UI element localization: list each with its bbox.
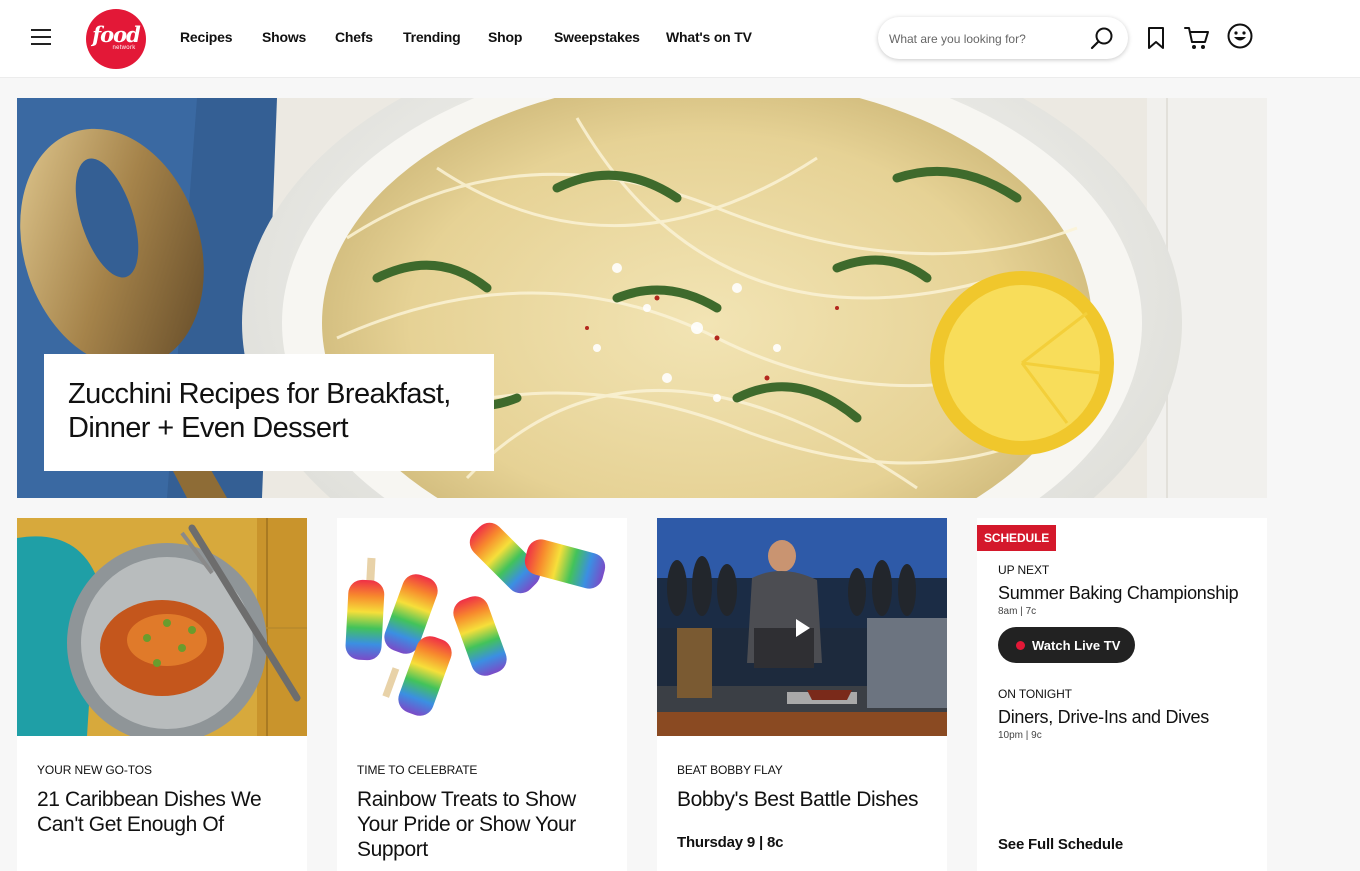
nav-item-chefs[interactable]: Chefs [335,29,373,45]
feature-card-caribbean[interactable]: YOUR NEW GO-TOS 21 Caribbean Dishes We C… [17,518,307,871]
food-network-logo[interactable]: food network [86,9,146,69]
feature-card-bobby-flay[interactable]: BEAT BOBBY FLAY Bobby's Best Battle Dish… [657,518,947,871]
see-full-schedule-link[interactable]: See Full Schedule [998,836,1123,853]
watch-live-tv-label: Watch Live TV [1032,637,1121,653]
site-header: food network Recipes Shows Chefs Trendin… [0,0,1360,78]
cart-icon[interactable] [1184,25,1210,51]
card-title[interactable]: Rainbow Treats to Show Your Pride or Sho… [357,787,617,862]
search-input[interactable] [889,29,1084,49]
smiley-icon[interactable] [1227,23,1253,49]
live-dot-icon [1016,641,1025,650]
card-title[interactable]: 21 Caribbean Dishes We Can't Get Enough … [37,787,297,837]
search-box [878,17,1128,59]
nav-item-trending[interactable]: Trending [403,29,461,45]
up-next-show[interactable]: Summer Baking Championship [998,583,1239,604]
up-next-label: UP NEXT [998,563,1050,577]
on-tonight-label: ON TONIGHT [998,687,1072,701]
logo-wordmark: food [92,22,141,47]
play-icon[interactable] [791,617,813,639]
card-image [17,518,307,736]
card-eyebrow: YOUR NEW GO-TOS [37,763,152,777]
schedule-badge: SCHEDULE [977,525,1057,551]
nav-item-shows[interactable]: Shows [262,29,306,45]
tv-schedule-panel: SCHEDULE UP NEXT Summer Baking Champions… [977,518,1267,871]
bookmark-icon[interactable] [1146,26,1166,50]
hero-title: Zucchini Recipes for Breakfast, Dinner +… [68,378,451,444]
card-title[interactable]: Bobby's Best Battle Dishes [677,787,937,812]
on-tonight-show[interactable]: Diners, Drive-Ins and Dives [998,707,1209,728]
nav-item-shop[interactable]: Shop [488,29,522,45]
nav-item-recipes[interactable]: Recipes [180,29,232,45]
card-eyebrow: TIME TO CELEBRATE [357,763,478,777]
menu-icon[interactable] [31,29,51,46]
on-tonight-time: 10pm | 9c [998,730,1042,741]
watch-live-tv-button[interactable]: Watch Live TV [998,627,1135,663]
nav-item-whats-on-tv[interactable]: What's on TV [666,29,752,45]
hero-feature[interactable]: Zucchini Recipes for Breakfast, Dinner +… [17,98,1267,498]
nav-item-sweepstakes[interactable]: Sweepstakes [554,29,640,45]
show-airtime: Thursday 9 | 8c [677,834,784,851]
card-video-thumbnail[interactable] [657,518,947,736]
card-eyebrow: BEAT BOBBY FLAY [677,763,783,777]
hero-caption-card[interactable]: Zucchini Recipes for Breakfast, Dinner +… [44,354,494,471]
feature-card-rainbow[interactable]: TIME TO CELEBRATE Rainbow Treats to Show… [337,518,627,871]
search-icon[interactable] [1090,26,1114,50]
card-image [337,518,627,736]
up-next-time: 8am | 7c [998,606,1037,617]
